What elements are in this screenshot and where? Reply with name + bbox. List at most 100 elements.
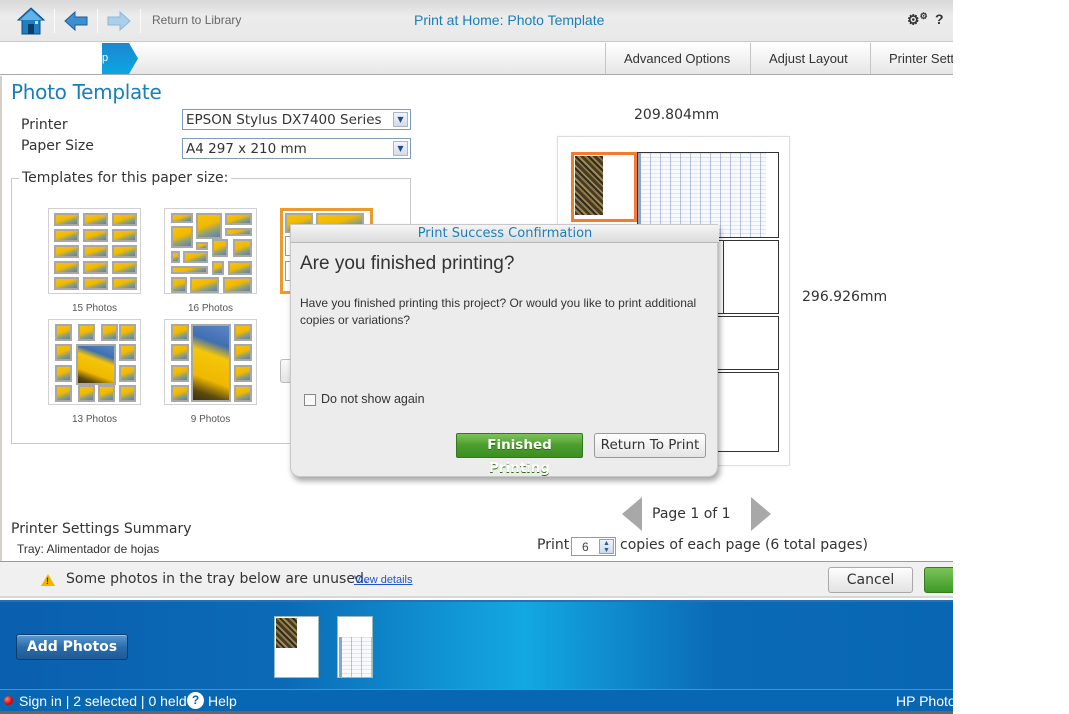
left-border [0,76,2,561]
template-slot [101,324,118,341]
template-slot [171,266,208,274]
paper-size-select[interactable]: A4 297 x 210 mm ▼ [182,138,411,159]
paper-size-label: Paper Size [21,138,94,154]
warning-icon: ! [41,574,55,586]
status-dot-icon [4,696,13,705]
template-slot [171,277,187,293]
template-slot [112,261,137,274]
page-width-label: 209.804mm [634,107,720,123]
home-icon[interactable] [16,6,46,36]
print-button[interactable] [924,567,953,593]
template-slot [83,261,108,274]
stepper-arrows-icon[interactable]: ▲ ▼ [599,539,614,554]
template-slot [225,228,252,236]
template-slot [223,277,252,293]
warning-bar: ! Some photos in the tray below are unus… [0,561,953,598]
tray-photo[interactable] [337,616,373,678]
status-text[interactable]: Sign in | 2 selected | 0 held [19,693,187,709]
printer-value: EPSON Stylus DX7400 Series [186,112,382,128]
template-slot [228,261,252,275]
template-slot [196,213,222,239]
template-slot [55,324,72,341]
step-indicator [0,43,102,74]
template-slot [171,251,180,263]
help-link[interactable]: Help [208,693,237,709]
template-16-photos[interactable] [164,208,257,294]
copies-description: copies of each page (6 total pages) [620,537,868,553]
step-current[interactable]: p [102,43,138,74]
question-circle-icon[interactable]: ? [187,692,204,709]
template-slot [171,365,189,382]
template-slot [55,365,72,382]
view-details-link[interactable]: View details [354,574,413,586]
tray-setting: Tray: Alimentador de hojas [17,542,160,556]
template-slot [119,324,136,341]
cancel-button[interactable]: Cancel [828,567,913,593]
arrow-right-icon[interactable] [106,6,136,36]
top-toolbar: Return to Library Print at Home: Photo T… [0,0,953,42]
template-slot [55,344,72,361]
chevron-down-icon[interactable]: ▼ [393,112,408,127]
tab-adjust-layout[interactable]: Adjust Layout [750,43,870,74]
tab-printer-settings[interactable]: Printer Sett [870,43,953,74]
copies-stepper[interactable]: 6 ▲ ▼ [571,537,616,556]
print-label: Print [537,537,570,553]
do-not-show-again-label[interactable]: Do not show again [321,392,425,406]
template-slot [119,365,136,382]
finished-printing-button[interactable]: Finished Printing [456,433,583,476]
toolbar-divider [97,9,98,33]
template-caption: 16 Photos [187,303,234,314]
do-not-show-again-checkbox[interactable] [304,394,316,406]
next-page-button[interactable] [751,497,771,531]
template-slot [171,213,193,223]
template-9-photos[interactable] [164,319,257,405]
preview-slot-selected[interactable] [571,152,637,222]
template-slot [54,261,79,274]
template-15-photos[interactable] [48,208,141,294]
template-caption: 13 Photos [71,414,118,425]
template-slot [98,385,115,402]
help-icon[interactable]: ? [935,11,944,27]
return-to-library-link[interactable]: Return to Library [152,13,241,27]
template-slot [171,226,193,248]
template-slot [112,229,137,242]
template-slot [112,245,137,258]
template-slot [54,229,79,242]
template-slot [190,277,219,293]
template-caption: 15 Photos [71,303,118,314]
tab-label: Advanced Options [624,51,731,66]
preview-photo [575,156,603,215]
app-window: Return to Library Print at Home: Photo T… [0,0,953,714]
templates-label: Templates for this paper size: [19,170,232,186]
template-slot [119,385,136,402]
template-13-photos[interactable] [48,319,141,405]
page-indicator: Page 1 of 1 [652,506,731,522]
gears-icon[interactable]: ⚙⚙ [907,11,928,29]
step-label: p [102,52,109,64]
template-slot [183,251,208,263]
template-slot [54,245,79,258]
page-height-label: 296.926mm [802,289,888,305]
previous-page-button[interactable] [622,497,642,531]
template-slot [212,261,224,275]
dialog-heading: Are you finished printing? [300,253,515,274]
template-caption: 9 Photos [190,414,231,425]
template-slot [83,245,108,258]
add-photos-button[interactable]: Add Photos [16,634,128,660]
template-slot [83,213,108,226]
printer-select[interactable]: EPSON Stylus DX7400 Series ▼ [182,109,411,130]
chevron-down-icon[interactable]: ▼ [393,141,408,156]
template-slot [83,229,108,242]
arrow-left-icon[interactable] [63,6,93,36]
template-slot [54,277,79,290]
tab-advanced-options[interactable]: Advanced Options [605,43,750,74]
template-slot [78,324,95,341]
return-to-print-button[interactable]: Return To Print [594,433,706,458]
status-bar: Sign in | 2 selected | 0 held ? Help HP … [0,689,953,711]
template-slot [234,365,252,382]
template-slot [76,344,116,385]
tray-photo[interactable] [274,616,319,678]
tab-label: Adjust Layout [769,51,848,66]
printer-settings-summary-title: Printer Settings Summary [11,521,192,537]
brand-label: HP Photo [896,693,953,709]
